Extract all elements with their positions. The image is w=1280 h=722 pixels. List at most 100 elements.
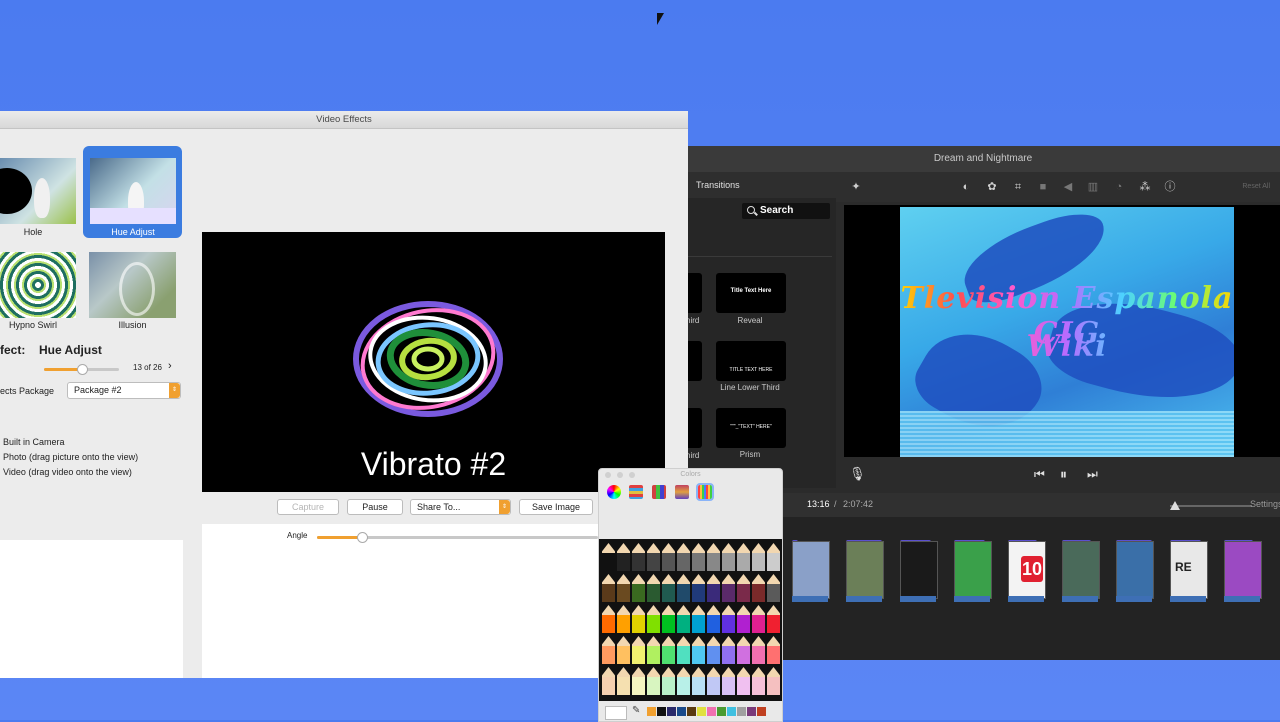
minimize-dot[interactable]	[617, 472, 623, 478]
color-swatch[interactable]	[737, 707, 746, 716]
pencil[interactable]	[677, 574, 690, 602]
pencil[interactable]	[602, 667, 615, 695]
pencil[interactable]	[737, 543, 750, 571]
pencil[interactable]	[707, 605, 720, 633]
timeline-clip[interactable]	[900, 541, 938, 599]
timeline-clip[interactable]: 10	[1008, 541, 1046, 599]
pencil[interactable]	[602, 543, 615, 571]
pencil[interactable]	[752, 543, 765, 571]
pencil[interactable]	[632, 543, 645, 571]
pencil[interactable]	[722, 605, 735, 633]
pencil[interactable]	[722, 574, 735, 602]
pencil[interactable]	[617, 636, 630, 664]
pencil[interactable]	[767, 543, 780, 571]
source-option-camera[interactable]: Built in Camera	[3, 437, 65, 447]
color-swatch[interactable]	[647, 707, 656, 716]
tab-transitions[interactable]: Transitions	[696, 180, 740, 190]
pencil[interactable]	[677, 605, 690, 633]
next-arrow-icon[interactable]: ›	[168, 360, 172, 372]
volume-icon[interactable]: ◀	[1062, 181, 1074, 193]
camera-stabilize-icon[interactable]: ■	[1037, 181, 1049, 193]
pencil[interactable]	[602, 636, 615, 664]
title-tile-prism[interactable]: """_"TEXT" HERE"	[716, 408, 786, 448]
zoom-slider[interactable]	[1170, 501, 1252, 510]
pencil[interactable]	[662, 605, 675, 633]
color-swatch[interactable]	[747, 707, 756, 716]
timeline-clip[interactable]	[846, 541, 884, 599]
title-tile-partial[interactable]	[686, 408, 702, 448]
pencil[interactable]	[722, 543, 735, 571]
pencil[interactable]	[722, 636, 735, 664]
color-palette-icon[interactable]: ✿	[986, 181, 998, 193]
timeline-clip[interactable]	[1224, 541, 1262, 599]
source-option-video[interactable]: Video (drag video onto the view)	[3, 467, 132, 477]
pencil[interactable]	[707, 574, 720, 602]
pencil[interactable]	[692, 605, 705, 633]
pencil[interactable]	[707, 667, 720, 695]
pencil[interactable]	[647, 636, 660, 664]
filter-icon[interactable]: ⁂	[1139, 181, 1151, 193]
crop-icon[interactable]: ⌗	[1012, 181, 1024, 193]
color-swatch[interactable]	[687, 707, 696, 716]
zoom-slider-knob[interactable]	[1170, 501, 1180, 510]
effect-thumb-hypno-swirl[interactable]	[0, 252, 76, 318]
effect-thumb-illusion[interactable]	[89, 252, 176, 318]
timeline-clip[interactable]: RE	[1170, 541, 1208, 599]
pencil[interactable]	[767, 605, 780, 633]
pencil[interactable]	[737, 574, 750, 602]
pencil[interactable]	[752, 636, 765, 664]
pencil[interactable]	[737, 636, 750, 664]
pencil[interactable]	[767, 636, 780, 664]
timeline-clip[interactable]	[954, 541, 992, 599]
pencil[interactable]	[632, 636, 645, 664]
pencil[interactable]	[767, 667, 780, 695]
pencil[interactable]	[662, 543, 675, 571]
pencil[interactable]	[602, 605, 615, 633]
pencil[interactable]	[647, 667, 660, 695]
pencil[interactable]	[647, 605, 660, 633]
color-balance-icon[interactable]: ◐	[960, 181, 972, 193]
color-swatch[interactable]	[707, 707, 716, 716]
pencil[interactable]	[617, 667, 630, 695]
skip-forward-icon[interactable]: ⏭︎	[1087, 467, 1098, 481]
pencil[interactable]	[617, 605, 630, 633]
color-swatch[interactable]	[677, 707, 686, 716]
capture-button[interactable]: Capture	[277, 499, 339, 515]
color-sliders-icon[interactable]	[629, 485, 643, 499]
color-swatch[interactable]	[667, 707, 676, 716]
skip-back-icon[interactable]: ⏮︎	[1034, 467, 1045, 481]
zoom-dot[interactable]	[629, 472, 635, 478]
current-color-well[interactable]	[605, 706, 627, 720]
share-button[interactable]: Share To... ⇕	[410, 499, 511, 515]
title-tile-line-lower-third[interactable]: TITLE TEXT HERE	[716, 341, 786, 381]
pause-icon[interactable]: ⏸︎	[1060, 467, 1067, 481]
pencil[interactable]	[647, 543, 660, 571]
color-wheel-icon[interactable]	[607, 485, 621, 499]
pencil[interactable]	[692, 636, 705, 664]
pencil[interactable]	[692, 574, 705, 602]
eyedropper-icon[interactable]: ✎	[632, 705, 640, 716]
color-swatch[interactable]	[727, 707, 736, 716]
angle-slider[interactable]	[317, 532, 598, 543]
pencil[interactable]	[752, 605, 765, 633]
angle-slider-knob[interactable]	[356, 532, 368, 543]
pencil[interactable]	[602, 574, 615, 602]
pencil[interactable]	[662, 636, 675, 664]
title-tile-partial[interactable]	[686, 273, 702, 313]
pencil[interactable]	[707, 636, 720, 664]
effect-thumb-hole[interactable]	[0, 158, 76, 224]
pause-button[interactable]: Pause	[347, 499, 403, 515]
save-image-button[interactable]: Save Image	[519, 499, 593, 515]
pencil[interactable]	[767, 574, 780, 602]
pencil[interactable]	[647, 574, 660, 602]
pencil[interactable]	[752, 667, 765, 695]
title-tile-partial[interactable]	[686, 341, 702, 381]
color-swatch[interactable]	[657, 707, 666, 716]
pencil[interactable]	[632, 574, 645, 602]
pencil[interactable]	[617, 574, 630, 602]
source-option-photo[interactable]: Photo (drag picture onto the view)	[3, 452, 138, 462]
pencil[interactable]	[707, 543, 720, 571]
pencil[interactable]	[677, 667, 690, 695]
pencil[interactable]	[692, 543, 705, 571]
magic-wand-icon[interactable]: ✦	[850, 181, 862, 193]
